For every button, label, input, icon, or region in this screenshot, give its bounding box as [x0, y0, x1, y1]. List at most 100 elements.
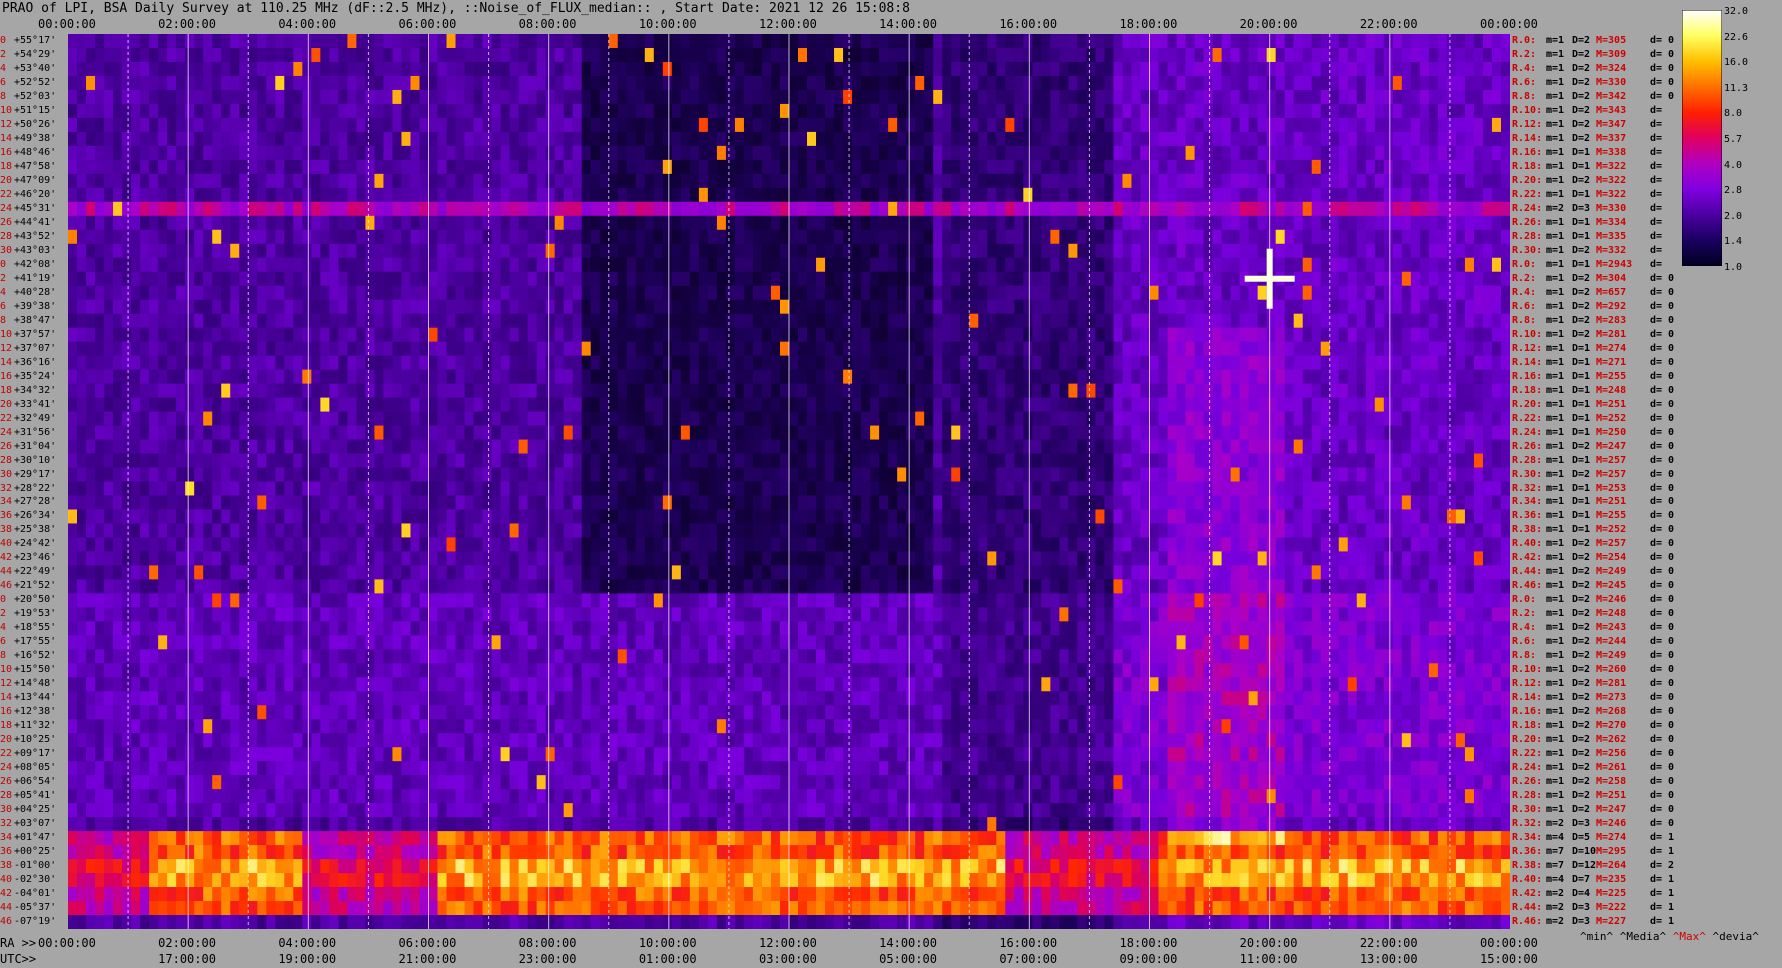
declination-label: 26 +31°04' [0, 440, 56, 454]
stat-M: M=247 [1596, 804, 1627, 816]
stat-r: R.8: [1512, 314, 1537, 326]
declination-label: 14 +49°38' [0, 132, 56, 146]
stat-m: m=1 [1546, 776, 1565, 788]
stat-d: d= 0 [1650, 314, 1675, 326]
stat-r: R.28: [1512, 454, 1543, 466]
stat-D: D=1 [1572, 188, 1591, 200]
stat-d: d= 0 [1650, 454, 1675, 466]
declination-value: +23°46' [14, 552, 57, 564]
row-index: 36 [0, 846, 13, 858]
stat-D: D=2 [1572, 594, 1591, 606]
declination-label: 2 +19°53' [0, 607, 56, 621]
axis-tick-label: 17:00:00 [158, 952, 216, 966]
stat-d: d= 0 [1650, 566, 1675, 578]
stat-r: R.22: [1512, 412, 1543, 424]
declination-label: 38 +25°38' [0, 523, 56, 537]
axis-tick-label: 21:00:00 [398, 952, 457, 966]
stat-m: m=1 [1546, 790, 1565, 802]
declination-value: +44°41' [14, 216, 57, 228]
stat-r: R.24: [1512, 426, 1543, 438]
stat-r: R.6: [1512, 76, 1537, 88]
stat-m: m=2 [1546, 902, 1565, 914]
stat-d: d= 0 [1650, 48, 1675, 60]
row-index: 30 [0, 804, 13, 816]
stat-m: m=1 [1546, 426, 1565, 438]
colorbar-tick: 2.8 [1724, 185, 1743, 197]
declination-value: +53°40' [14, 62, 57, 74]
row-index: 24 [0, 202, 13, 214]
declination-label: 30 +04°25' [0, 803, 56, 817]
axis-tick-label: 02:00:00 [158, 17, 216, 31]
stat-r: R.4: [1512, 62, 1537, 74]
stat-M: M=247 [1596, 440, 1627, 452]
stat-D: D=2 [1572, 734, 1591, 746]
row-index: 30 [0, 468, 13, 480]
declination-value: +17°55' [14, 636, 57, 648]
row-index: 46 [0, 580, 13, 592]
stat-m: m=7 [1546, 860, 1565, 872]
legend-devia: ^devia^ [1712, 930, 1759, 943]
stat-D: D=2 [1572, 328, 1591, 340]
stat-M: M=342 [1596, 90, 1627, 102]
axis-tick-label: 18:00:00 [1119, 17, 1178, 31]
row-index: 28 [0, 790, 13, 802]
declination-label: 2 +54°29' [0, 48, 56, 62]
stat-M: M=243 [1596, 622, 1627, 634]
stat-M: M=295 [1596, 846, 1627, 858]
stat-M: M=249 [1596, 566, 1627, 578]
axis-tick-label: 06:00:00 [398, 936, 457, 950]
stat-d: d= 0 [1650, 748, 1675, 760]
declination-label: 26 +44°41' [0, 216, 56, 230]
declination-label: 30 +43°03' [0, 244, 56, 258]
stat-r: R.28: [1512, 230, 1543, 242]
stat-d: d= [1650, 230, 1663, 242]
stat-d: d= 0 [1650, 650, 1675, 662]
row-index: 16 [0, 370, 13, 382]
declination-label: 44 +22°49' [0, 565, 56, 579]
stat-M: M=255 [1596, 370, 1627, 382]
row-index: 32 [0, 818, 13, 830]
row-index: 42 [0, 888, 13, 900]
stat-D: D=2 [1572, 314, 1591, 326]
stat-r: R.10: [1512, 664, 1543, 676]
axis-tick-label: 00:00:00 [1480, 936, 1538, 950]
stat-D: D=2 [1572, 35, 1591, 46]
row-index: 26 [0, 216, 13, 228]
stat-r: R.12: [1512, 342, 1543, 354]
row-index: 40 [0, 538, 13, 550]
axis-tick-label: 16:00:00 [999, 936, 1058, 950]
declination-value: +24°42' [14, 538, 57, 550]
stat-M: M=274 [1596, 342, 1627, 354]
stat-r: R.32: [1512, 818, 1543, 830]
declination-value: +08°05' [14, 762, 57, 774]
stat-D: D=2 [1572, 62, 1591, 74]
declination-label: 8 +38°47' [0, 314, 56, 328]
row-index: 2 [0, 272, 7, 284]
stat-m: m=1 [1546, 258, 1565, 270]
stat-m: m=1 [1546, 524, 1565, 536]
stat-D: D=2 [1572, 48, 1591, 60]
stat-D: D=10 [1572, 846, 1597, 858]
stat-r: R.14: [1512, 692, 1543, 704]
declination-value: +48°46' [14, 146, 57, 158]
stat-M: M=334 [1596, 216, 1627, 228]
declination-value: +04°25' [14, 804, 57, 816]
stat-D: D=7 [1572, 874, 1591, 886]
stat-d: d= 0 [1650, 272, 1675, 284]
row-index: 14 [0, 356, 13, 368]
stat-d: d= 0 [1650, 510, 1675, 522]
stat-M: M=252 [1596, 412, 1627, 424]
stat-d: d= [1650, 258, 1663, 270]
declination-label: 42 +23°46' [0, 551, 56, 565]
declination-label: 0 +42°08' [0, 258, 56, 272]
stat-m: m=7 [1546, 846, 1565, 858]
declination-label: 22 +32°49' [0, 412, 56, 426]
declination-label: 28 +30°10' [0, 454, 56, 468]
legend-min: ^min^ [1580, 930, 1614, 943]
axis-tick-label: 08:00:00 [518, 17, 577, 31]
stat-r: R.16: [1512, 146, 1543, 158]
row-index: 28 [0, 230, 13, 242]
stat-m: m=1 [1546, 35, 1565, 46]
row-index: 26 [0, 440, 13, 452]
row-index: 20 [0, 734, 13, 746]
